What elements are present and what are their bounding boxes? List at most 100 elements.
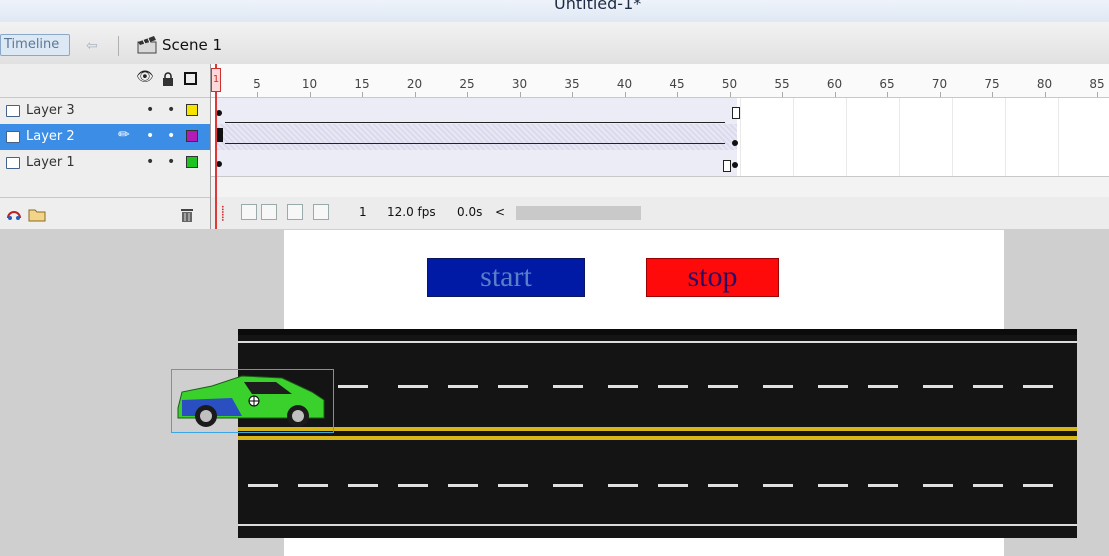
ruler-number: 30 — [511, 77, 528, 91]
ruler-tick — [729, 92, 731, 97]
ruler-number: 10 — [301, 77, 318, 91]
ruler-number: 60 — [826, 77, 843, 91]
lock-dot[interactable]: • — [167, 154, 175, 170]
ruler-tick — [834, 92, 836, 97]
layer-color-swatch[interactable] — [186, 130, 198, 142]
timeline-footer: ⸽ 1 12.0 fps 0.0s < — [211, 197, 1109, 229]
keyframe[interactable] — [732, 162, 738, 168]
ruler-tick — [992, 92, 993, 97]
pencil-icon: ✏ — [118, 127, 130, 143]
end-frame[interactable] — [732, 107, 740, 119]
layer-icon — [6, 157, 20, 169]
ruler-number: 35 — [564, 77, 580, 91]
start-button[interactable]: start — [427, 258, 585, 297]
center-frame-icon[interactable]: ⸽ — [221, 204, 225, 223]
ruler-number: 25 — [459, 77, 475, 91]
visibility-dot[interactable]: • — [146, 128, 154, 144]
layer-list: 👁 Layer 3 • • Layer 2 ✏ • • Layer 1 • • — [0, 64, 211, 229]
layer-row-1[interactable]: Layer 1 • • — [0, 150, 210, 176]
window-titlebar: Untitled-1* — [0, 0, 1109, 22]
elapsed-time: 0.0s — [457, 205, 483, 219]
layer-controls-row: 👁 — [0, 64, 210, 98]
current-frame: 1 — [359, 205, 367, 219]
new-layer-icon[interactable] — [6, 206, 24, 222]
car-sprite[interactable] — [171, 369, 334, 433]
back-arrow-icon[interactable]: ⇦ — [86, 38, 98, 54]
lock-dot[interactable]: • — [167, 128, 175, 144]
ruler-tick — [1097, 92, 1098, 97]
frame-span-layer-3[interactable] — [217, 98, 737, 124]
layer-color-swatch[interactable] — [186, 156, 198, 168]
ruler-tick — [257, 92, 258, 97]
ruler-tick — [519, 92, 521, 97]
playhead-handle[interactable]: 1 — [211, 68, 221, 92]
ruler-tick — [677, 92, 678, 97]
frame-ruler[interactable]: 5 10 15 20 25 30 35 40 45 50 55 60 65 70 75 80 85 — [211, 64, 1109, 98]
lock-icon[interactable] — [162, 72, 174, 87]
modify-markers-button[interactable] — [313, 204, 329, 220]
onion-outline-button[interactable] — [261, 204, 277, 220]
frame-rate[interactable]: 12.0 fps — [387, 205, 436, 219]
end-frame[interactable] — [723, 160, 731, 172]
scene-label[interactable]: Scene 1 — [162, 36, 222, 54]
ruler-tick — [309, 92, 311, 97]
layer-name: Layer 3 — [26, 103, 75, 118]
ruler-number: 45 — [669, 77, 685, 91]
ruler-tick — [572, 92, 573, 97]
ruler-tick — [467, 92, 468, 97]
ruler-number: 20 — [406, 77, 423, 91]
window-title: Untitled-1* — [554, 0, 642, 13]
scroll-left-arrow[interactable]: < — [495, 205, 505, 219]
outline-square-icon[interactable] — [184, 72, 197, 85]
frame-rows[interactable] — [211, 98, 1109, 177]
ruler-number: 65 — [879, 77, 895, 91]
keyframe[interactable] — [216, 128, 223, 142]
ruler-tick — [414, 92, 416, 97]
layer-name: Layer 1 — [26, 155, 75, 170]
ruler-number: 15 — [354, 77, 370, 91]
ruler-number: 55 — [774, 77, 790, 91]
ruler-number: 80 — [1036, 77, 1053, 91]
layer-color-swatch[interactable] — [186, 104, 198, 116]
frame-span-layer-1[interactable] — [217, 150, 737, 176]
layer-footer — [0, 197, 210, 230]
layer-row-2[interactable]: Layer 2 ✏ • • — [0, 124, 210, 150]
timeline-tab[interactable]: Timeline — [0, 34, 70, 56]
layer-name: Layer 2 — [26, 129, 75, 144]
keyframe[interactable] — [732, 140, 738, 146]
visibility-dot[interactable]: • — [146, 154, 154, 170]
ruler-number: 50 — [721, 77, 738, 91]
timeline-panel: 👁 Layer 3 • • Layer 2 ✏ • • Layer 1 • • … — [0, 64, 1109, 229]
ruler-number: 70 — [931, 77, 948, 91]
tween-arrow — [225, 143, 725, 144]
ruler-number: 40 — [616, 77, 633, 91]
clapper-icon — [137, 36, 157, 54]
ruler-number: 75 — [984, 77, 1000, 91]
divider — [118, 36, 119, 56]
ruler-tick — [939, 92, 941, 97]
frame-line — [225, 122, 725, 123]
car-icon — [177, 375, 325, 427]
ruler-tick — [624, 92, 626, 97]
layer-icon — [6, 131, 20, 143]
ruler-tick — [887, 92, 888, 97]
ruler-number: 85 — [1089, 77, 1105, 91]
frames-area[interactable]: 5 10 15 20 25 30 35 40 45 50 55 60 65 70 75 80 85 ⸽ 1 — [211, 64, 1109, 229]
stop-button[interactable]: stop — [646, 258, 779, 297]
ruler-number: 5 — [253, 77, 261, 91]
ruler-tick — [782, 92, 783, 97]
eye-icon[interactable]: 👁 — [136, 69, 154, 85]
tween-span-layer-2[interactable] — [217, 124, 737, 150]
road-image[interactable] — [238, 329, 1077, 538]
ruler-tick — [1044, 92, 1046, 97]
horizontal-scrollbar[interactable] — [516, 206, 641, 220]
onion-skin-button[interactable] — [241, 204, 257, 220]
edit-multiple-button[interactable] — [287, 204, 303, 220]
timeline-header: Timeline ⇦ Scene 1 — [0, 22, 1109, 65]
visibility-dot[interactable]: • — [146, 102, 154, 118]
trash-icon[interactable] — [180, 207, 194, 223]
layer-icon — [6, 105, 20, 117]
lock-dot[interactable]: • — [167, 102, 175, 118]
folder-icon[interactable] — [28, 206, 46, 222]
layer-row-3[interactable]: Layer 3 • • — [0, 98, 210, 124]
